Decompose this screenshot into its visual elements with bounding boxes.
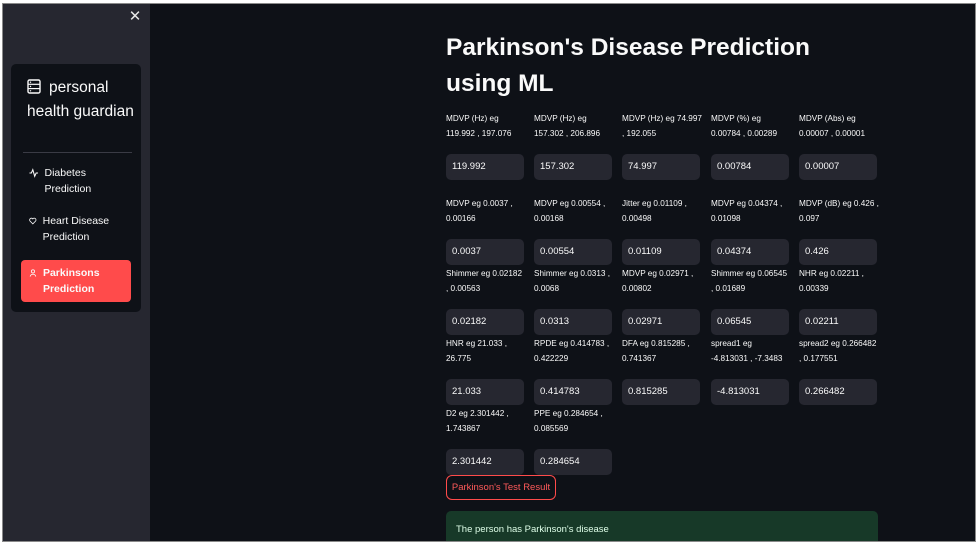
number-input[interactable]: 0.02182 <box>446 309 524 335</box>
main-content: Parkinson's Disease Prediction using ML … <box>150 4 975 541</box>
number-input[interactable]: 157.302 <box>534 154 612 180</box>
input-field: MDVP (Hz) eg 74.997 , 192.055 74.997 <box>622 112 702 180</box>
heart-icon <box>29 217 37 225</box>
input-field: MDVP eg 0.04374 , 0.01098 0.04374 <box>711 197 791 265</box>
menu-item-diabetes[interactable]: Diabetes Prediction <box>21 165 131 197</box>
input-field: MDVP (dB) eg 0.426 , 0.097 0.426 <box>799 197 879 265</box>
input-label: PPE eg 0.284654 , 0.085569 <box>534 409 603 433</box>
menu-item-label: Heart Disease Prediction <box>42 215 110 243</box>
input-label: MDVP eg 0.0037 , 0.00166 <box>446 199 513 223</box>
menu-item-parkinsons[interactable]: Parkinsons Prediction <box>21 260 131 302</box>
number-input[interactable]: 0.815285 <box>622 379 700 405</box>
input-field: DFA eg 0.815285 , 0.741367 0.815285 <box>622 337 702 405</box>
person-icon <box>29 269 37 277</box>
input-label: HNR eg 21.033 , 26.775 <box>446 339 507 363</box>
activity-icon <box>29 168 39 178</box>
menu-item-label: Parkinsons Prediction <box>42 267 100 295</box>
input-label: DFA eg 0.815285 , 0.741367 <box>622 339 690 363</box>
input-label: spread2 eg 0.266482 , 0.177551 <box>799 339 877 363</box>
number-input[interactable]: 0.02211 <box>799 309 877 335</box>
number-input[interactable]: 0.0313 <box>534 309 612 335</box>
result-text: The person has Parkinson's disease <box>456 524 609 535</box>
input-label: Shimmer eg 0.0313 , 0.0068 <box>534 269 611 293</box>
database-icon <box>27 79 41 94</box>
close-icon[interactable]: ✕ <box>127 9 143 25</box>
number-input[interactable]: 0.266482 <box>799 379 877 405</box>
input-field: Shimmer eg 0.06545 , 0.01689 0.06545 <box>711 267 791 335</box>
app-window: ✕ personal health guardian Diabetes Pred… <box>2 3 976 542</box>
input-field: MDVP (%) eg 0.00784 , 0.00289 0.00784 <box>711 112 791 180</box>
input-label: MDVP eg 0.00554 , 0.00168 <box>534 199 606 223</box>
number-input[interactable]: 0.0037 <box>446 239 524 265</box>
number-input[interactable]: 0.00007 <box>799 154 877 180</box>
input-field: Shimmer eg 0.0313 , 0.0068 0.0313 <box>534 267 614 335</box>
input-label: MDVP (Hz) eg 74.997 , 192.055 <box>622 114 702 138</box>
input-label: spread1 eg -4.813031 , -7.3483 <box>711 339 783 363</box>
input-field: PPE eg 0.284654 , 0.085569 0.284654 <box>534 407 614 475</box>
number-input[interactable]: 0.04374 <box>711 239 789 265</box>
input-field: MDVP eg 0.02971 , 0.00802 0.02971 <box>622 267 702 335</box>
number-input[interactable]: 119.992 <box>446 154 524 180</box>
number-input[interactable]: 74.997 <box>622 154 700 180</box>
input-label: Shimmer eg 0.06545 , 0.01689 <box>711 269 788 293</box>
input-field: spread2 eg 0.266482 , 0.177551 0.266482 <box>799 337 879 405</box>
menu-item-heart-disease[interactable]: Heart Disease Prediction <box>21 213 131 245</box>
input-field: MDVP (Hz) eg 157.302 , 206.896 157.302 <box>534 112 614 180</box>
input-label: MDVP (Hz) eg 157.302 , 206.896 <box>534 114 601 138</box>
input-label: MDVP eg 0.02971 , 0.00802 <box>622 269 694 293</box>
input-label: MDVP (dB) eg 0.426 , 0.097 <box>799 199 879 223</box>
input-field: RPDE eg 0.414783 , 0.422229 0.414783 <box>534 337 614 405</box>
input-label: MDVP (Abs) eg 0.00007 , 0.00001 <box>799 114 866 138</box>
number-input[interactable]: 0.02971 <box>622 309 700 335</box>
menu-item-label: Diabetes Prediction <box>44 167 92 195</box>
page-title: Parkinson's Disease Prediction using ML <box>446 34 810 97</box>
menu-divider <box>23 152 132 153</box>
test-result-button[interactable]: Parkinson's Test Result <box>446 475 556 500</box>
menu-header: personal health guardian <box>27 76 137 124</box>
number-input[interactable]: 21.033 <box>446 379 524 405</box>
input-field: HNR eg 21.033 , 26.775 21.033 <box>446 337 526 405</box>
input-label: MDVP (Hz) eg 119.992 , 197.076 <box>446 114 512 138</box>
sidebar: ✕ personal health guardian Diabetes Pred… <box>3 4 150 541</box>
number-input[interactable]: 0.414783 <box>534 379 612 405</box>
input-label: D2 eg 2.301442 , 1.743867 <box>446 409 509 433</box>
number-input[interactable]: 0.06545 <box>711 309 789 335</box>
input-field: MDVP (Abs) eg 0.00007 , 0.00001 0.00007 <box>799 112 879 180</box>
input-label: Shimmer eg 0.02182 , 0.00563 <box>446 269 523 293</box>
number-input[interactable]: 0.00784 <box>711 154 789 180</box>
number-input[interactable]: 0.01109 <box>622 239 700 265</box>
option-menu: personal health guardian Diabetes Predic… <box>11 64 141 312</box>
input-label: MDVP (%) eg 0.00784 , 0.00289 <box>711 114 778 138</box>
input-field: MDVP (Hz) eg 119.992 , 197.076 119.992 <box>446 112 526 180</box>
number-input[interactable]: 0.00554 <box>534 239 612 265</box>
input-field: Shimmer eg 0.02182 , 0.00563 0.02182 <box>446 267 526 335</box>
input-field: spread1 eg -4.813031 , -7.3483 -4.813031 <box>711 337 791 405</box>
number-input[interactable]: 0.284654 <box>534 449 612 475</box>
input-field: D2 eg 2.301442 , 1.743867 2.301442 <box>446 407 526 475</box>
input-field: MDVP eg 0.0037 , 0.00166 0.0037 <box>446 197 526 265</box>
input-label: NHR eg 0.02211 , 0.00339 <box>799 269 864 293</box>
input-field: NHR eg 0.02211 , 0.00339 0.02211 <box>799 267 879 335</box>
input-field: MDVP eg 0.00554 , 0.00168 0.00554 <box>534 197 614 265</box>
number-input[interactable]: -4.813031 <box>711 379 789 405</box>
input-label: Jitter eg 0.01109 , 0.00498 <box>622 199 687 223</box>
input-label: RPDE eg 0.414783 , 0.422229 <box>534 339 610 363</box>
result-alert: The person has Parkinson's disease <box>446 511 878 541</box>
number-input[interactable]: 0.426 <box>799 239 877 265</box>
input-label: MDVP eg 0.04374 , 0.01098 <box>711 199 783 223</box>
number-input[interactable]: 2.301442 <box>446 449 524 475</box>
menu-title: personal health guardian <box>27 79 134 120</box>
input-field: Jitter eg 0.01109 , 0.00498 0.01109 <box>622 197 702 265</box>
